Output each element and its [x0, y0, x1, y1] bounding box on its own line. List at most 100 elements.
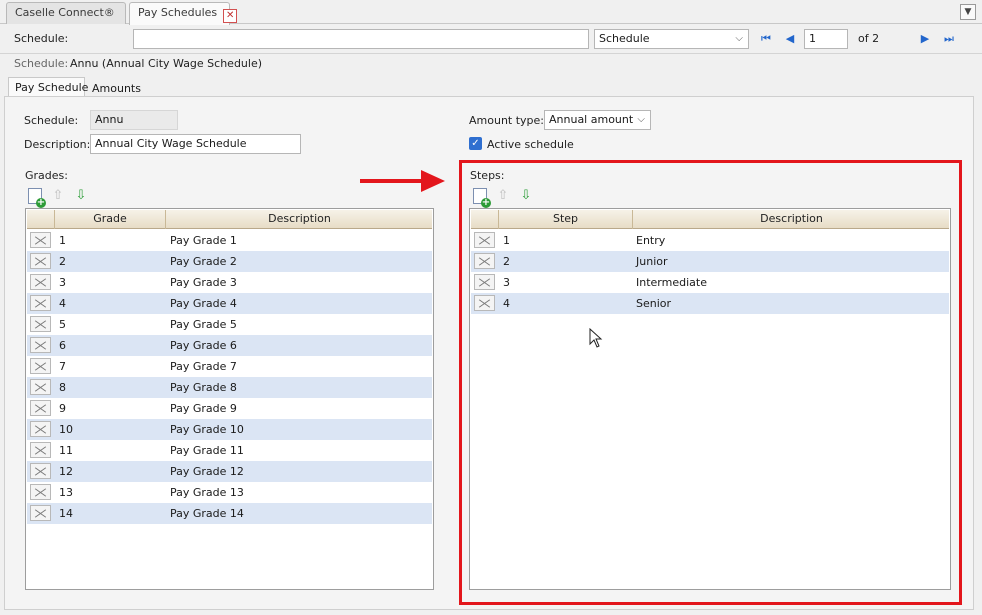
table-row[interactable]: 8 Pay Grade 8	[27, 377, 432, 398]
table-row[interactable]: 13 Pay Grade 13	[27, 482, 432, 503]
amount-type-select[interactable]: Annual amount ⌵	[544, 110, 651, 130]
row-code[interactable]: 8	[59, 377, 66, 398]
annotation-arrow-head	[421, 170, 445, 192]
divider	[0, 53, 982, 54]
delete-row-icon[interactable]	[30, 358, 51, 374]
delete-row-icon[interactable]	[30, 505, 51, 521]
row-code[interactable]: 12	[59, 461, 73, 482]
row-description[interactable]: Pay Grade 1	[170, 230, 237, 251]
tab-pay-schedules[interactable]: Pay Schedules ✕	[129, 2, 238, 25]
tab-pay-schedule[interactable]: Pay Schedule	[8, 77, 89, 97]
next-record-icon[interactable]: ▶	[918, 32, 932, 46]
schedule-search-input[interactable]	[133, 29, 589, 49]
table-row[interactable]: 2 Pay Grade 2	[27, 251, 432, 272]
row-description[interactable]: Pay Grade 12	[170, 461, 244, 482]
first-record-icon[interactable]: ⏮	[759, 32, 773, 46]
description-label: Description:	[24, 138, 91, 151]
tab-bar: Caselle Connect® Pay Schedules ✕ ▼	[0, 0, 982, 25]
annotation-arrow	[360, 179, 422, 183]
row-description[interactable]: Pay Grade 11	[170, 440, 244, 461]
tab-label: Caselle Connect®	[15, 6, 115, 19]
lookup-type-value: Schedule	[599, 32, 650, 45]
amount-type-value: Annual amount	[549, 113, 634, 126]
close-icon[interactable]: ✕	[223, 9, 238, 23]
chevron-down-icon[interactable]: ▼	[960, 4, 976, 20]
add-row-icon[interactable]	[28, 188, 46, 208]
previous-record-icon[interactable]: ◀	[783, 32, 797, 46]
delete-row-icon[interactable]	[30, 253, 51, 269]
move-down-icon[interactable]: ⇩	[73, 188, 89, 204]
description-field[interactable]: Annual City Wage Schedule	[90, 134, 301, 154]
grades-label: Grades:	[25, 169, 68, 182]
row-description[interactable]: Pay Grade 8	[170, 377, 237, 398]
row-code[interactable]: 3	[59, 272, 66, 293]
row-code[interactable]: 5	[59, 314, 66, 335]
tab-label: Pay Schedule	[15, 81, 89, 94]
row-code[interactable]: 9	[59, 398, 66, 419]
move-up-icon[interactable]: ⇧	[50, 188, 66, 204]
row-description[interactable]: Pay Grade 2	[170, 251, 237, 272]
row-code[interactable]: 10	[59, 419, 73, 440]
delete-row-icon[interactable]	[30, 484, 51, 500]
table-row[interactable]: 5 Pay Grade 5	[27, 314, 432, 335]
row-description[interactable]: Pay Grade 9	[170, 398, 237, 419]
header-spacer	[27, 210, 55, 229]
table-row[interactable]: 11 Pay Grade 11	[27, 440, 432, 461]
delete-row-icon[interactable]	[30, 232, 51, 248]
delete-row-icon[interactable]	[30, 379, 51, 395]
active-schedule-checkbox[interactable]: ✓	[469, 137, 482, 150]
row-description[interactable]: Pay Grade 10	[170, 419, 244, 440]
tab-label: Pay Schedules	[138, 6, 218, 19]
delete-row-icon[interactable]	[30, 316, 51, 332]
row-description[interactable]: Pay Grade 3	[170, 272, 237, 293]
highlight-box	[459, 160, 962, 605]
table-row[interactable]: 9 Pay Grade 9	[27, 398, 432, 419]
record-total: of 2	[858, 32, 880, 45]
table-row[interactable]: 1 Pay Grade 1	[27, 230, 432, 251]
record-number-input[interactable]: 1	[804, 29, 848, 49]
table-row[interactable]: 14 Pay Grade 14	[27, 503, 432, 524]
delete-row-icon[interactable]	[30, 463, 51, 479]
column-header-grade[interactable]: Grade	[55, 210, 166, 229]
current-schedule-value: Annu (Annual City Wage Schedule)	[70, 57, 263, 70]
grades-grid: Grade Description 1 Pay Grade 1 2 Pay Grade…	[25, 208, 434, 590]
column-header-description[interactable]: Description	[166, 210, 433, 229]
delete-row-icon[interactable]	[30, 442, 51, 458]
delete-row-icon[interactable]	[30, 274, 51, 290]
table-row[interactable]: 7 Pay Grade 7	[27, 356, 432, 377]
table-row[interactable]: 4 Pay Grade 4	[27, 293, 432, 314]
delete-row-icon[interactable]	[30, 421, 51, 437]
table-row[interactable]: 12 Pay Grade 12	[27, 461, 432, 482]
row-code[interactable]: 4	[59, 293, 66, 314]
table-row[interactable]: 6 Pay Grade 6	[27, 335, 432, 356]
chevron-down-icon: ⌵	[637, 114, 645, 125]
row-code[interactable]: 6	[59, 335, 66, 356]
lookup-type-select[interactable]: Schedule ⌵	[594, 29, 749, 49]
row-code[interactable]: 1	[59, 230, 66, 251]
table-row[interactable]: 10 Pay Grade 10	[27, 419, 432, 440]
delete-row-icon[interactable]	[30, 295, 51, 311]
row-code[interactable]: 13	[59, 482, 73, 503]
delete-row-icon[interactable]	[30, 337, 51, 353]
tab-caselle-connect[interactable]: Caselle Connect®	[6, 2, 126, 24]
row-code[interactable]: 11	[59, 440, 73, 461]
delete-row-icon[interactable]	[30, 400, 51, 416]
table-row[interactable]: 3 Pay Grade 3	[27, 272, 432, 293]
row-description[interactable]: Pay Grade 14	[170, 503, 244, 524]
cursor-icon	[589, 328, 603, 348]
tab-label: Amounts	[92, 82, 141, 95]
amount-type-label: Amount type:	[469, 114, 545, 127]
schedule-label: Schedule:	[24, 114, 79, 127]
row-description[interactable]: Pay Grade 4	[170, 293, 237, 314]
row-description[interactable]: Pay Grade 6	[170, 335, 237, 356]
row-code[interactable]: 14	[59, 503, 73, 524]
row-code[interactable]: 7	[59, 356, 66, 377]
row-description[interactable]: Pay Grade 13	[170, 482, 244, 503]
last-record-icon[interactable]: ⏭	[942, 32, 956, 46]
chevron-down-icon: ⌵	[735, 33, 743, 44]
row-description[interactable]: Pay Grade 5	[170, 314, 237, 335]
current-schedule-label: Schedule:	[14, 57, 69, 70]
schedule-lookup-label: Schedule:	[14, 32, 69, 45]
row-description[interactable]: Pay Grade 7	[170, 356, 237, 377]
row-code[interactable]: 2	[59, 251, 66, 272]
